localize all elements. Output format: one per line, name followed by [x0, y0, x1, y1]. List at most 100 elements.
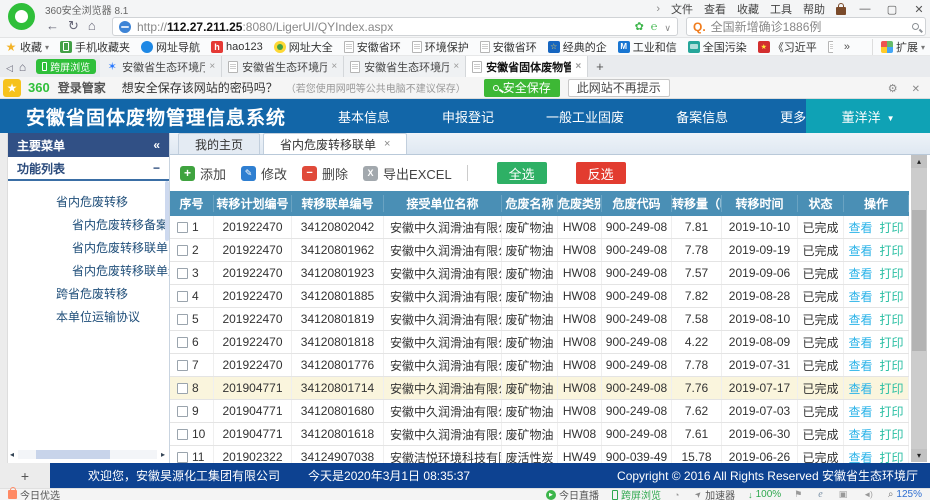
gear-icon[interactable] [888, 81, 898, 95]
row-checkbox[interactable] [177, 383, 188, 394]
row-checkbox[interactable] [177, 360, 188, 371]
bookmark-item[interactable]: 手机收藏夹 [60, 39, 130, 55]
print-link[interactable]: 打印 [880, 449, 904, 464]
row-checkbox[interactable] [177, 245, 188, 256]
print-link[interactable]: 打印 [880, 380, 904, 397]
scroll-left-icon[interactable] [10, 450, 14, 459]
sidebar-horizontal-scrollbar[interactable] [10, 449, 165, 460]
scroll-up-icon[interactable] [911, 155, 927, 168]
close-tab-icon[interactable] [575, 61, 581, 72]
print-link[interactable]: 打印 [880, 311, 904, 328]
bookmark-item[interactable]: 全国污染 [688, 39, 747, 55]
close-tab-icon[interactable] [453, 61, 459, 72]
table-vertical-scrollbar[interactable] [911, 155, 927, 462]
browser-tab[interactable]: 安徽省生态环境厅 [344, 56, 466, 77]
view-link[interactable]: 查看 [848, 242, 872, 259]
user-menu[interactable]: 董洋洋 [806, 99, 930, 133]
tab-list-button[interactable] [6, 60, 13, 74]
row-checkbox[interactable] [177, 222, 188, 233]
view-link[interactable]: 查看 [848, 449, 872, 464]
print-link[interactable]: 打印 [880, 334, 904, 351]
statusbar-item[interactable]: 加速器 [695, 487, 735, 500]
invert-selection-button[interactable]: 反选 [576, 162, 626, 184]
statusbar-item[interactable] [818, 489, 825, 500]
browser-tab[interactable]: 安徽省固体废物管理信息系统 [466, 56, 588, 77]
delete-button[interactable]: 删除 [302, 164, 348, 183]
bookmark-item[interactable]: 《习近平 [758, 39, 817, 55]
bookmark-item[interactable]: 工业和信 [618, 39, 677, 55]
sidebar-vertical-scrollbar[interactable] [165, 181, 169, 241]
collapse-section-icon[interactable] [153, 161, 160, 175]
app-nav-item[interactable]: 备案信息 [676, 107, 728, 126]
scrollbar-thumb[interactable] [36, 450, 110, 459]
sidebar-item[interactable]: 省内危废转移备案 [8, 214, 169, 237]
view-link[interactable]: 查看 [848, 334, 872, 351]
statusbar-item[interactable]: 今日直播 [546, 487, 599, 500]
search-input[interactable]: Q. 全国新增确诊1886例 [686, 17, 926, 36]
sidebar-item[interactable]: 省内危废转移联单 [8, 237, 169, 260]
add-button[interactable]: 添加 [180, 164, 226, 183]
statusbar-item[interactable]: 125% [888, 489, 922, 500]
app-nav-item[interactable]: 更多 [780, 107, 806, 126]
bookmark-item[interactable]: hao123 [211, 39, 263, 55]
bookmark-item[interactable]: 网址大全 [274, 39, 333, 55]
content-tab[interactable]: 我的主页 [178, 133, 260, 154]
statusbar-item[interactable] [794, 489, 805, 500]
sidebar-item[interactable]: 跨省危废转移 [8, 283, 169, 306]
view-link[interactable]: 查看 [848, 380, 872, 397]
chevron-down-icon[interactable] [664, 20, 671, 34]
row-checkbox[interactable] [177, 406, 188, 417]
print-link[interactable]: 打印 [880, 219, 904, 236]
cross-screen-button[interactable]: 跨屏浏览 [36, 59, 96, 74]
home-button[interactable] [88, 18, 96, 34]
view-link[interactable]: 查看 [848, 265, 872, 282]
bookmark-item[interactable]: 环统年报 [828, 39, 833, 55]
back-button[interactable] [46, 18, 59, 34]
select-all-button[interactable]: 全选 [497, 162, 547, 184]
bookmark-item[interactable]: 环境保护 [412, 39, 469, 55]
view-link[interactable]: 查看 [848, 426, 872, 443]
home-tab-icon[interactable] [19, 60, 26, 74]
bookmark-item[interactable]: 经典的企 [548, 39, 607, 55]
row-checkbox[interactable] [177, 291, 188, 302]
cart-icon[interactable] [836, 7, 846, 15]
sidebar-item[interactable]: 省内危废转移 [8, 191, 169, 214]
row-checkbox[interactable] [177, 429, 188, 440]
print-link[interactable]: 打印 [880, 403, 904, 420]
close-tab-icon[interactable] [331, 61, 337, 72]
export-excel-button[interactable]: 导出EXCEL [363, 164, 452, 183]
row-checkbox[interactable] [177, 337, 188, 348]
daily-picks-button[interactable]: 今日优选 [8, 487, 60, 500]
minimize-button[interactable] [857, 3, 873, 15]
extensions-button[interactable]: 扩展 [872, 39, 925, 55]
print-link[interactable]: 打印 [880, 357, 904, 374]
print-link[interactable]: 打印 [880, 265, 904, 282]
view-link[interactable]: 查看 [848, 288, 872, 305]
row-checkbox[interactable] [177, 452, 188, 463]
sidebar-item[interactable]: 本单位运输协议 [8, 306, 169, 329]
close-tab-icon[interactable] [209, 61, 215, 72]
app-nav-item[interactable]: 一般工业固废 [546, 107, 624, 126]
browser-tab[interactable]: 安徽省生态环境厅_百度搜索 [100, 56, 222, 77]
content-tab[interactable]: 省内危废转移联单 [263, 133, 407, 154]
save-password-button[interactable]: 安全保存 [484, 79, 560, 97]
statusbar-item[interactable] [674, 490, 682, 500]
row-checkbox[interactable] [177, 268, 188, 279]
print-link[interactable]: 打印 [880, 426, 904, 443]
app-nav-item[interactable]: 基本信息 [338, 107, 390, 126]
address-bar[interactable]: http://112.27.211.25:8080/LigerUI/QYInde… [112, 17, 678, 36]
dismiss-notification-button[interactable]: 此网站不再提示 [568, 79, 670, 97]
bookmark-item[interactable]: 收藏 [5, 39, 49, 55]
maximize-button[interactable] [884, 3, 900, 16]
statusbar-item[interactable] [863, 490, 875, 499]
sidebar-item[interactable]: 省内危废转移联单退运 [8, 260, 169, 283]
browser-tab[interactable]: 安徽省生态环境厅 [222, 56, 344, 77]
new-tab-button[interactable] [588, 56, 612, 77]
compat-mode-icon[interactable]: ℮ [651, 21, 658, 33]
view-link[interactable]: 查看 [848, 357, 872, 374]
app-nav-item[interactable]: 申报登记 [442, 107, 494, 126]
bookmark-item[interactable]: 安徽省环 [344, 39, 401, 55]
edit-button[interactable]: 修改 [241, 164, 287, 183]
row-checkbox[interactable] [177, 314, 188, 325]
print-link[interactable]: 打印 [880, 288, 904, 305]
